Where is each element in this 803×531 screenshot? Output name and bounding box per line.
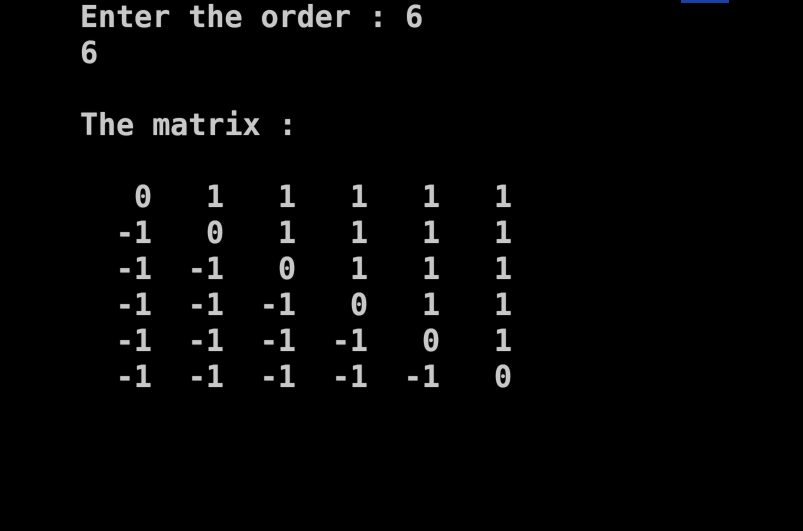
matrix-cell: -1: [115, 360, 152, 395]
matrix-cell: 0: [133, 180, 152, 215]
matrix-cell: -1: [259, 360, 296, 395]
matrix-cell: -1: [115, 216, 152, 251]
order-prompt-line: Enter the order : 6: [80, 0, 423, 36]
matrix-cell: 0: [349, 288, 368, 323]
matrix-cell: -1: [331, 360, 368, 395]
matrix-row: -1 -1 -1 -1 0 1: [80, 324, 512, 360]
matrix-cell: 1: [421, 216, 440, 251]
matrix-cell: 1: [349, 252, 368, 287]
matrix-row: -1 0 1 1 1 1: [80, 216, 512, 252]
matrix-cell: -1: [331, 324, 368, 359]
order-input-value: 6: [405, 0, 424, 35]
matrix-cell: -1: [187, 360, 224, 395]
matrix-row: -1 -1 -1 0 1 1: [80, 288, 512, 324]
matrix-title: The matrix :: [80, 108, 297, 143]
console-window: Enter the order : 6 6 The matrix : 01111…: [0, 0, 803, 531]
matrix-row: -1 -1 0 1 1 1: [80, 252, 512, 288]
matrix-cell: -1: [187, 252, 224, 287]
matrix-cell: -1: [259, 288, 296, 323]
matrix-output: 0 1 1 1 1 1 -1 0 1 1 1 1 -1 -1 0 1 1 1 -1 -1 -1 0 1 1 -1 -1 -1 -1 0 1…: [80, 180, 512, 396]
matrix-cell: 1: [349, 216, 368, 251]
taskbar-edge: [681, 0, 729, 3]
matrix-cell: 0: [421, 324, 440, 359]
matrix-cell: -1: [115, 252, 152, 287]
matrix-cell: 0: [277, 252, 296, 287]
matrix-cell: 1: [493, 216, 512, 251]
matrix-cell: 1: [277, 216, 296, 251]
matrix-cell: 1: [493, 252, 512, 287]
matrix-cell: 1: [493, 324, 512, 359]
matrix-cell: 0: [205, 216, 224, 251]
matrix-cell: -1: [115, 288, 152, 323]
order-echo: 6: [80, 36, 99, 71]
matrix-cell: 1: [349, 180, 368, 215]
matrix-cell: 1: [421, 180, 440, 215]
matrix-cell: -1: [187, 324, 224, 359]
matrix-row: 0 1 1 1 1 1: [80, 180, 512, 216]
matrix-cell: 1: [493, 180, 512, 215]
matrix-cell: 1: [277, 180, 296, 215]
matrix-cell: 0: [493, 360, 512, 395]
order-prompt-label: Enter the order :: [80, 0, 406, 35]
matrix-cell: 1: [421, 288, 440, 323]
matrix-cell: -1: [403, 360, 440, 395]
matrix-cell: -1: [259, 324, 296, 359]
matrix-cell: 1: [421, 252, 440, 287]
matrix-cell: 1: [493, 288, 512, 323]
matrix-cell: 1: [205, 180, 224, 215]
matrix-cell: -1: [115, 324, 152, 359]
matrix-row: -1 -1 -1 -1 -1 0: [80, 360, 512, 396]
matrix-cell: -1: [187, 288, 224, 323]
